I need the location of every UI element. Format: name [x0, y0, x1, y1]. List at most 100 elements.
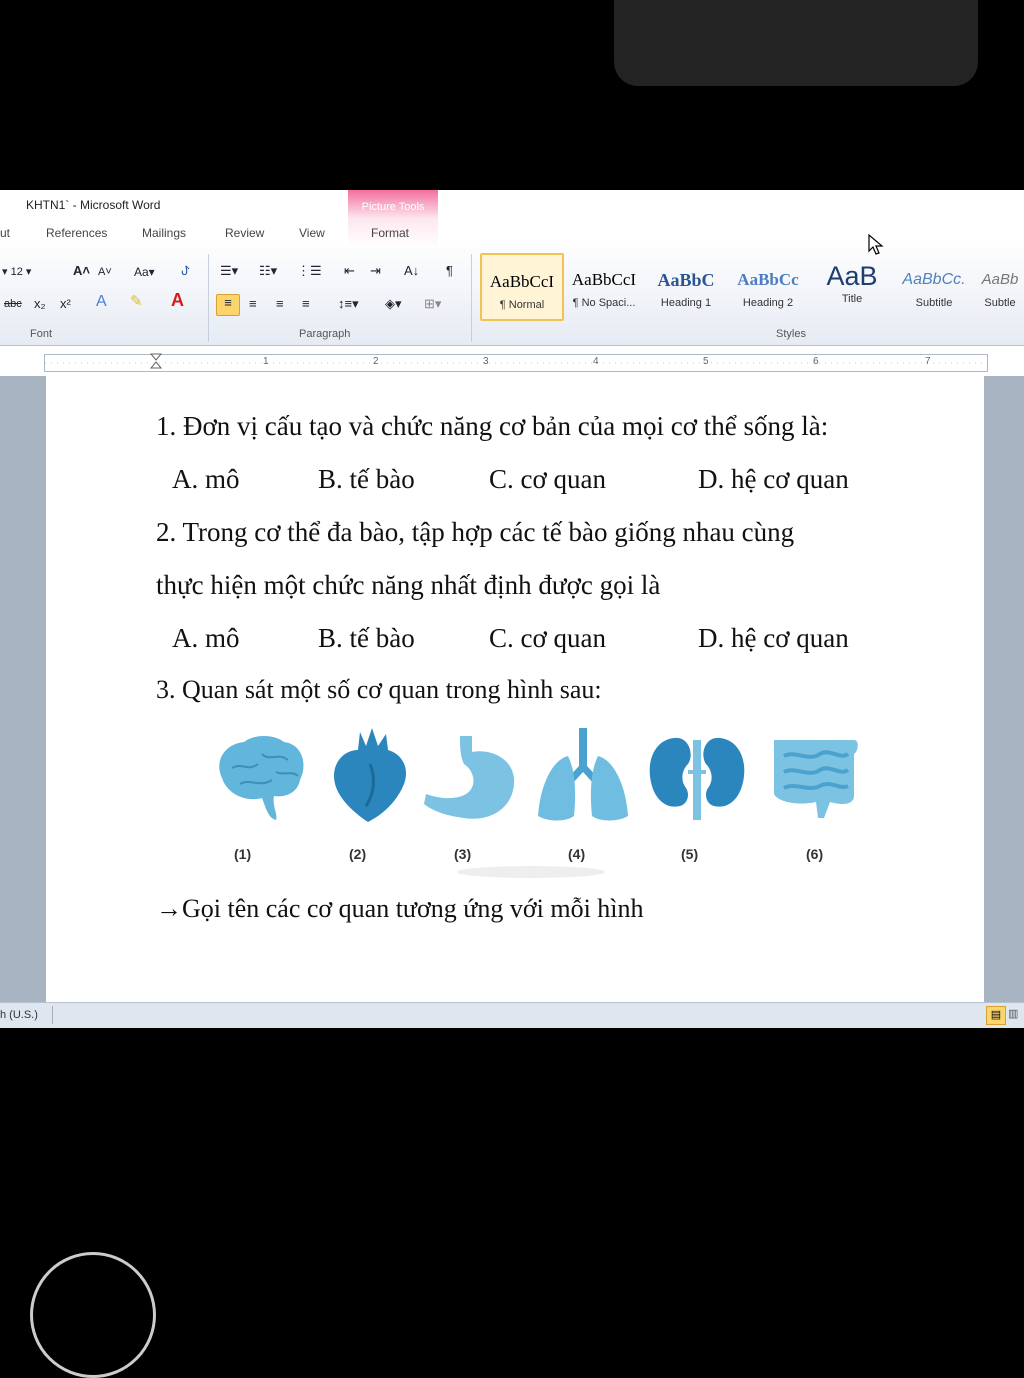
style-name: Subtitle — [915, 297, 953, 309]
style-name: Title — [841, 293, 863, 305]
strikethrough-icon[interactable]: abc — [4, 296, 22, 312]
decrease-indent-icon[interactable]: ⇤ — [344, 263, 355, 279]
text-effects-icon[interactable]: A — [96, 294, 107, 310]
style-heading-2[interactable]: AaBbCc Heading 2 — [728, 253, 808, 317]
separator — [52, 1006, 53, 1024]
question-1: 1. Đơn vị cấu tạo và chức năng cơ bản củ… — [156, 411, 829, 441]
home-circle-indicator — [30, 1252, 156, 1378]
show-marks-icon[interactable]: ¶ — [446, 263, 453, 279]
style-title[interactable]: AaB Title — [812, 253, 892, 317]
justify-icon[interactable]: ≡ — [302, 296, 310, 312]
shrink-font-icon[interactable]: A˅ — [98, 264, 112, 280]
ruler-number: 4 — [593, 356, 599, 367]
grow-font-icon[interactable]: A˄ — [73, 263, 90, 279]
style-name: Subtle — [984, 297, 1016, 309]
superscript-icon[interactable]: x² — [60, 296, 71, 312]
align-right-icon[interactable]: ≡ — [276, 296, 284, 312]
mouse-cursor-icon — [868, 234, 884, 255]
ruler-number: 3 — [483, 356, 489, 367]
styles-group-label: Styles — [776, 328, 806, 340]
separator — [471, 254, 472, 342]
style-sample: AaBbC — [657, 270, 715, 290]
bullets-icon[interactable]: ☰▾ — [220, 263, 238, 279]
style-name: Heading 1 — [660, 297, 712, 309]
clear-format-icon[interactable]: ꚠ — [181, 263, 190, 279]
font-color-icon[interactable]: A — [171, 291, 184, 309]
style-sample: AaBb — [981, 271, 1019, 288]
q1-option-a: A. mô — [172, 464, 240, 494]
shading-icon[interactable]: ◈▾ — [385, 296, 402, 312]
align-left-icon[interactable]: ≡ — [216, 294, 240, 316]
kidneys-icon — [649, 737, 745, 820]
organ-label-5: (5) — [681, 846, 699, 862]
ruler-number: 6 — [813, 356, 819, 367]
style-sample: AaBbCc. — [902, 271, 966, 288]
ruler-number: 2 — [373, 356, 379, 367]
ruler-number: 7 — [925, 356, 931, 367]
word-window: KHTN1` - Microsoft Word Picture Tools ut… — [0, 190, 1024, 1028]
status-bar: h (U.S.) ▤ ▥ — [0, 1002, 1024, 1028]
organ-label-3: (3) — [454, 846, 472, 862]
heart-icon — [334, 728, 407, 822]
style-name: ¶ Normal — [499, 299, 545, 311]
tab-mailings[interactable]: Mailings — [142, 226, 186, 240]
overlay-box — [614, 0, 978, 86]
question-3: 3. Quan sát một số cơ quan trong hình sa… — [156, 675, 602, 704]
lungs-icon — [538, 728, 628, 821]
paragraph-group-label: Paragraph — [299, 328, 351, 340]
organ-label-1: (1) — [234, 846, 252, 862]
question-2-line-1: 2. Trong cơ thể đa bào, tập hợp các tế b… — [156, 517, 795, 547]
picture-tools-label: Picture Tools — [361, 201, 425, 213]
style-subtitle[interactable]: AaBbCc. Subtitle — [894, 253, 974, 317]
q2-option-b: B. tế bào — [318, 623, 415, 653]
style-sample: AaBbCcI — [489, 272, 555, 291]
horizontal-ruler[interactable]: 1 2 3 4 5 6 7 — [44, 353, 988, 372]
align-center-icon[interactable]: ≡ — [249, 296, 257, 312]
q2-option-c: C. cơ quan — [489, 623, 607, 653]
subscript-icon[interactable]: x₂ — [34, 296, 46, 312]
style-no-spacing[interactable]: AaBbCcI ¶ No Spaci... — [564, 253, 644, 317]
ruler-number: 5 — [703, 356, 709, 367]
style-sample: AaBbCc — [737, 270, 799, 289]
q1-option-b: B. tế bào — [318, 464, 415, 494]
organ-label-2: (2) — [349, 846, 367, 862]
intestines-icon — [774, 740, 858, 818]
tab-review[interactable]: Review — [225, 226, 264, 240]
borders-icon[interactable]: ⊞▾ — [424, 296, 441, 312]
style-name: Heading 2 — [742, 297, 794, 309]
sort-icon[interactable]: A↓ — [404, 263, 419, 279]
multilevel-list-icon[interactable]: ⋮☰ — [297, 263, 322, 279]
stomach-icon — [424, 736, 515, 819]
increase-indent-icon[interactable]: ⇥ — [370, 263, 381, 279]
change-case-icon[interactable]: Aa▾ — [134, 264, 155, 280]
font-size-dropdown[interactable]: ▾ 12 ▾ — [2, 264, 31, 280]
tab-view[interactable]: View — [299, 226, 325, 240]
numbering-icon[interactable]: ☷▾ — [259, 263, 277, 279]
ruler-ticks — [45, 362, 987, 364]
ruler-number: 1 — [263, 356, 269, 367]
print-layout-view-icon[interactable]: ▤ — [986, 1006, 1006, 1025]
style-heading-1[interactable]: AaBbC Heading 1 — [646, 253, 726, 317]
style-normal[interactable]: AaBbCcI ¶ Normal — [480, 253, 564, 321]
status-language[interactable]: h (U.S.) — [0, 1009, 38, 1021]
instruction-text: →Gọi tên các cơ quan tương ứng với mỗi h… — [156, 894, 644, 923]
q1-option-c: C. cơ quan — [489, 464, 607, 494]
tab-references[interactable]: References — [46, 226, 107, 240]
brain-icon — [219, 736, 304, 820]
tab-format[interactable]: Format — [371, 226, 409, 240]
title-bar: KHTN1` - Microsoft Word — [0, 190, 1024, 220]
highlight-icon[interactable]: ✎ — [130, 294, 143, 310]
organ-label-6: (6) — [806, 846, 824, 862]
style-sample: AaBbCcI — [571, 270, 637, 289]
font-group-label: Font — [30, 328, 53, 340]
window-title: KHTN1` - Microsoft Word — [26, 198, 161, 212]
style-subtle[interactable]: AaBb Subtle — [976, 253, 1024, 317]
line-spacing-icon[interactable]: ↕≡▾ — [338, 296, 359, 312]
style-name: ¶ No Spaci... — [572, 297, 636, 309]
q1-option-d: D. hệ cơ quan — [698, 464, 849, 494]
tab-layout[interactable]: ut — [0, 226, 10, 240]
style-sample: AaB — [826, 261, 878, 291]
indent-marker-icon[interactable] — [150, 353, 162, 371]
font-size-value: 12 — [10, 266, 23, 278]
full-screen-view-icon[interactable]: ▥ — [1008, 1007, 1018, 1020]
